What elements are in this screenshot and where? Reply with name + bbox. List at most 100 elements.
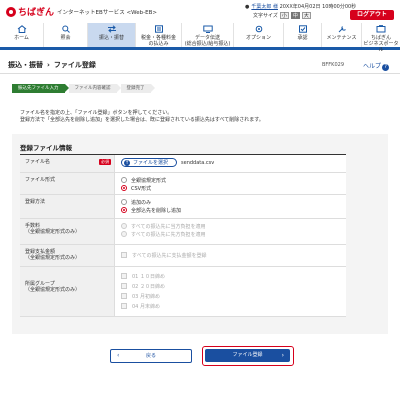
file-format-options: 全銀協規定形式 CSV形式 xyxy=(115,173,346,194)
checkbox-icon xyxy=(121,273,127,279)
font-size-large[interactable]: 大 xyxy=(301,12,311,19)
group-option-04[interactable]: 04 月末締め xyxy=(121,301,340,311)
page-title-bar: 振込・振替 › ファイル登録 BFFK029 ヘルプ? xyxy=(0,56,400,74)
logo-text: ちばぎん xyxy=(18,8,55,18)
option-label: 全銀協規定形式 xyxy=(131,177,167,184)
home-icon xyxy=(17,25,27,33)
checkbox-icon xyxy=(121,293,127,299)
nav-label: 承認 xyxy=(297,35,308,41)
nav-transfer[interactable]: 振込・振替 xyxy=(88,23,136,47)
progress-steps: 振込先ファイル入力 ファイル内容確認 登録完了 xyxy=(12,84,155,93)
format-option-csv[interactable]: CSV形式 xyxy=(121,184,340,192)
fee-options: すべての振込先に当方負担を適用 すべての振込先に先方負担を適用 xyxy=(115,219,346,244)
radio-icon xyxy=(121,177,127,183)
option-label: 02 ２０日締め xyxy=(132,283,165,290)
chevron-right-icon: › xyxy=(281,352,284,359)
nav-home[interactable]: ホーム xyxy=(0,23,44,47)
option-label: CSV形式 xyxy=(131,185,152,192)
nav-label: 照会 xyxy=(60,35,71,41)
submit-highlight: ファイル登録 › xyxy=(202,346,294,366)
file-name-label: ファイル名 必須 xyxy=(20,155,115,172)
radio-icon xyxy=(121,231,127,237)
file-register-button[interactable]: ファイル登録 › xyxy=(205,349,290,362)
nav-maintenance[interactable]: メンテナンス xyxy=(322,23,362,47)
option-label: すべての振込先に当方負担を適用 xyxy=(131,223,206,230)
file-name-value: ↑ ファイルを選択 senddata.csv xyxy=(115,155,346,172)
option-label: 03 月初締め xyxy=(132,293,160,300)
nav-portal[interactable]: ちばぎん ビジネスポータル xyxy=(362,23,400,53)
nav-label: データ伝送 (総合振込/給与振込) xyxy=(184,35,231,47)
group-options: 01 １０日締め 02 ２０日締め 03 月初締め 04 月末締め xyxy=(115,267,346,316)
option-label: 全部込先を削除し追加 xyxy=(131,207,182,214)
tax-icon xyxy=(154,25,164,33)
row-file-format: ファイル形式 全銀協規定形式 CSV形式 xyxy=(20,173,346,195)
format-option-zengin[interactable]: 全銀協規定形式 xyxy=(121,176,340,184)
back-button[interactable]: ‹ 戻る xyxy=(110,349,192,363)
step-1: 振込先ファイル入力 xyxy=(12,84,68,93)
user-name[interactable]: 千葉太郎 様 xyxy=(251,4,278,10)
fee-label: 手数料 （全銀協規定形式のみ） xyxy=(20,219,115,244)
row-file-name: ファイル名 必須 ↑ ファイルを選択 senddata.csv xyxy=(20,155,346,173)
bank-logo[interactable]: ちばぎん インターネットEBサービス <Web-EB> xyxy=(6,5,157,18)
step-3: 登録完了 xyxy=(120,84,155,93)
form-table: ファイル名 必須 ↑ ファイルを選択 senddata.csv ファイル形式 全銀協規… xyxy=(20,154,346,317)
nav-label: 振込・振替 xyxy=(98,35,124,41)
form-panel: 登録ファイル情報 ファイル名 必須 ↑ ファイルを選択 senddata.csv ファ… xyxy=(12,134,388,334)
register-method-label: 登録方法 xyxy=(20,195,115,218)
nav-label: オプション xyxy=(245,35,271,41)
help-label: ヘルプ xyxy=(363,63,382,70)
approve-icon xyxy=(298,25,308,33)
required-badge: 必須 xyxy=(99,159,111,165)
checkbox-icon xyxy=(121,303,127,309)
method-option-replace[interactable]: 全部込先を削除し追加 xyxy=(121,206,340,214)
option-label: 04 月末締め xyxy=(132,303,160,310)
instruction-line: ファイル名を指定の上、「ファイル登録」ボタンを押してください。 xyxy=(20,110,173,116)
nav-data-transmission[interactable]: データ伝送 (総合振込/給与振込) xyxy=(182,23,234,47)
font-size-small[interactable]: 小 xyxy=(279,12,289,19)
page-title: 振込・振替 › ファイル登録 xyxy=(8,60,96,70)
last-login: 20XX年04月02日 10時00分00秒 xyxy=(279,4,357,10)
option-label: すべての振込先に先方負担を適用 xyxy=(131,231,206,238)
checkbox-icon xyxy=(121,252,127,258)
file-format-label: ファイル形式 xyxy=(20,173,115,194)
font-size-medium[interactable]: 中 xyxy=(290,12,300,19)
file-select-label: ファイルを選択 xyxy=(133,160,169,166)
file-select-button[interactable]: ↑ ファイルを選択 xyxy=(121,158,178,167)
help-link[interactable]: ヘルプ? xyxy=(363,61,390,71)
group-option-02[interactable]: 02 ２０日締め xyxy=(121,281,340,291)
instruction-line: 登録方法で「全部込先を削除し追加」を選択した場合は、既に登録されている振込先はす… xyxy=(20,117,264,123)
font-size-label: 文字サイズ xyxy=(253,13,278,19)
user-info: ● 千葉太郎 様 20XX年04月02日 10時00分00秒 xyxy=(245,3,356,10)
portal-icon xyxy=(376,25,386,33)
instructions: ファイル名を指定の上、「ファイル登録」ボタンを押してください。 登録方法で「全部… xyxy=(20,110,264,124)
global-nav: ホーム 照会 振込・振替 税金・各種料金 の払込み データ伝送 (総合振込/給与… xyxy=(0,23,400,53)
page-title-parent: 振込・振替 xyxy=(8,61,43,69)
step-2: ファイル内容確認 xyxy=(68,84,121,93)
option-icon xyxy=(254,25,264,33)
logout-button[interactable]: ログアウト xyxy=(350,10,394,20)
header: ちばぎん インターネットEBサービス <Web-EB> ● 千葉太郎 様 20XX… xyxy=(0,0,400,20)
nav-approve[interactable]: 承認 xyxy=(284,23,322,47)
label-text: ファイル名 xyxy=(25,159,51,165)
group-option-01[interactable]: 01 １０日締め xyxy=(121,271,340,281)
nav-inquiry[interactable]: 照会 xyxy=(44,23,88,47)
font-size-switcher: 文字サイズ 小 中 大 xyxy=(253,12,311,19)
back-button-label: 戻る xyxy=(145,353,156,359)
amount-option[interactable]: すべての振込先に支払金額を登録 xyxy=(121,251,340,259)
fee-option-theirs[interactable]: すべての振込先に先方負担を適用 xyxy=(121,230,340,238)
fee-option-ours[interactable]: すべての振込先に当方負担を適用 xyxy=(121,222,340,230)
method-option-add[interactable]: 追加のみ xyxy=(121,198,340,206)
nav-tax[interactable]: 税金・各種料金 の払込み xyxy=(136,23,182,47)
user-icon: ● xyxy=(245,4,250,10)
group-label: 所属グループ （全銀協規定形式のみ） xyxy=(20,267,115,316)
amount-options: すべての振込先に支払金額を登録 xyxy=(115,245,346,266)
row-group: 所属グループ （全銀協規定形式のみ） 01 １０日締め 02 ２０日締め 03 … xyxy=(20,267,346,317)
chevron-left-icon: ‹ xyxy=(117,352,120,359)
group-option-03[interactable]: 03 月初締め xyxy=(121,291,340,301)
option-label: 01 １０日締め xyxy=(132,273,165,280)
selected-file-name: senddata.csv xyxy=(181,159,215,166)
form-section-title: 登録ファイル情報 xyxy=(20,144,72,152)
radio-selected-icon xyxy=(121,185,127,191)
nav-option[interactable]: オプション xyxy=(234,23,284,47)
option-label: すべての振込先に支払金額を登録 xyxy=(132,252,207,259)
